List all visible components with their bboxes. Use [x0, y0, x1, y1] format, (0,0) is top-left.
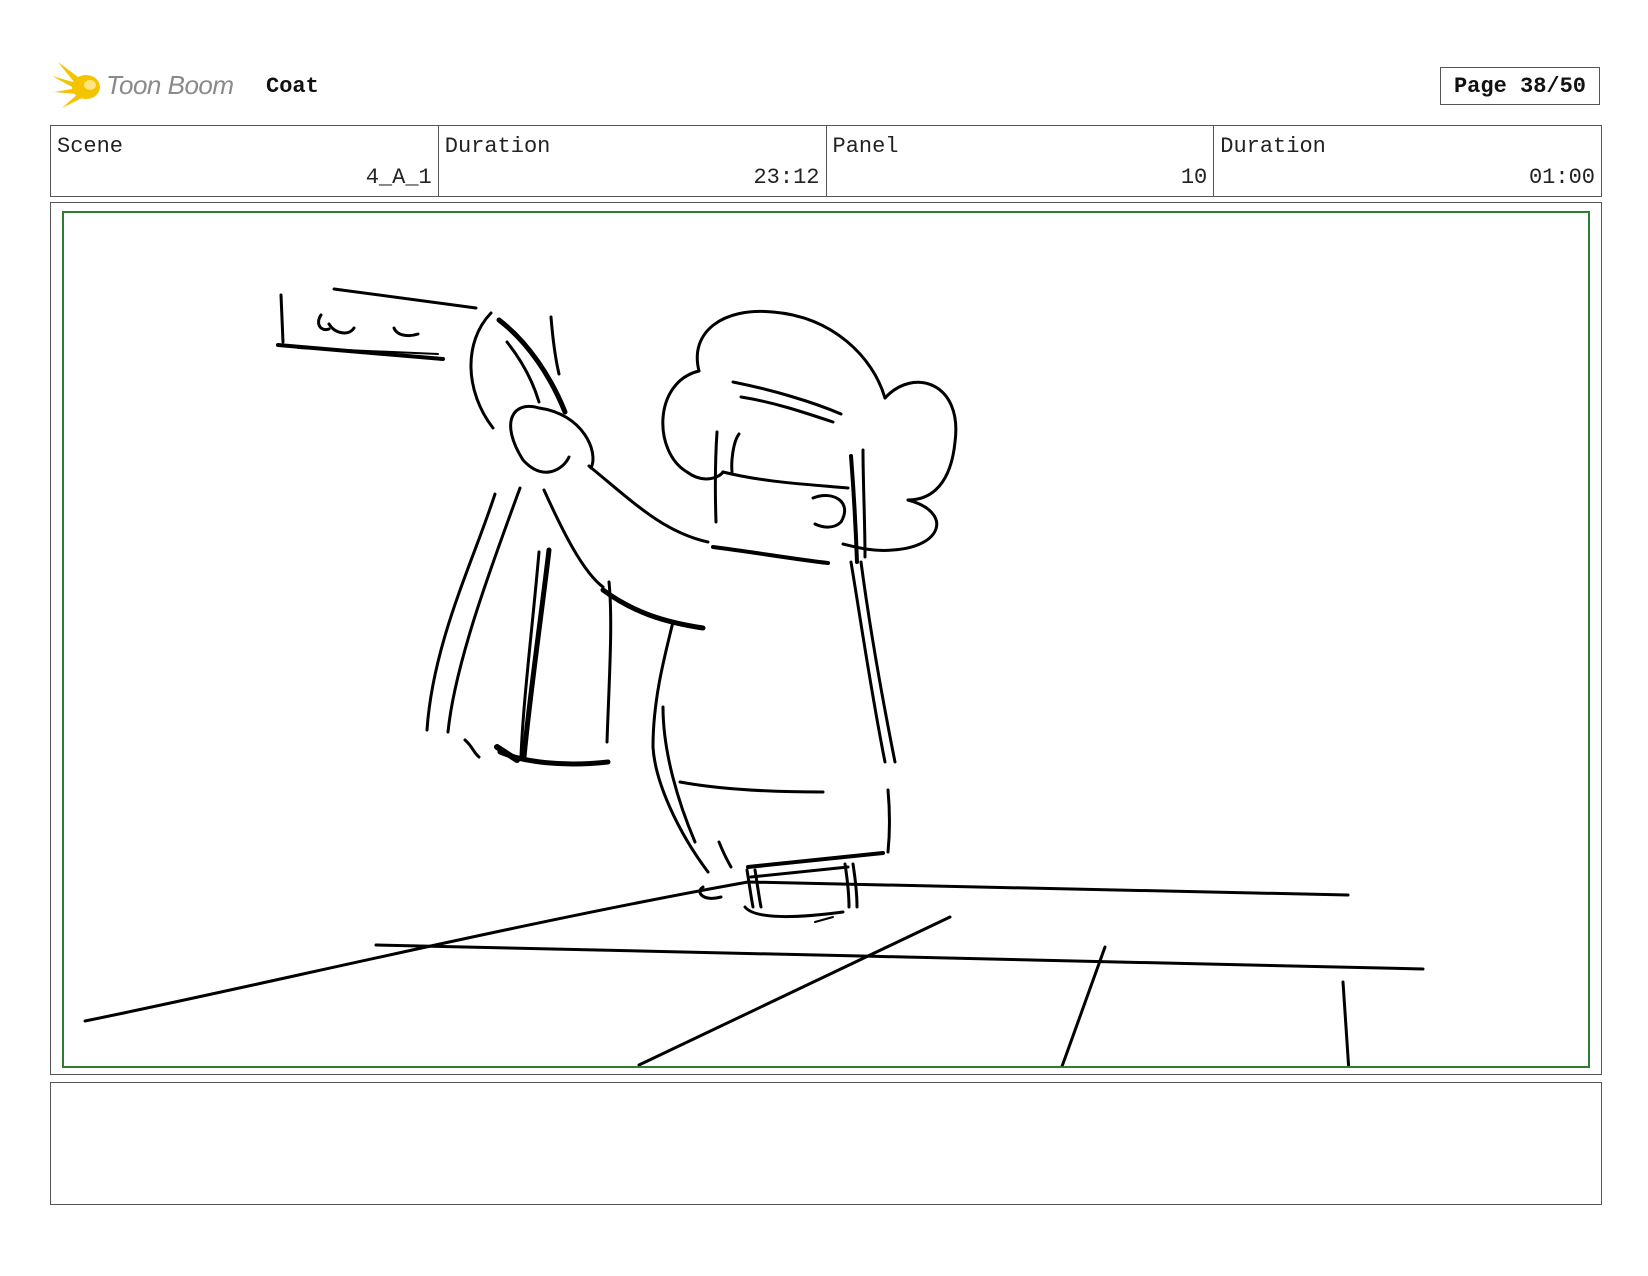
page-number: 38/50 — [1520, 73, 1587, 99]
project-title: Coat — [266, 74, 319, 99]
panel-duration-value: 01:00 — [1528, 165, 1595, 190]
panel-label: Panel — [832, 134, 899, 159]
panel-duration-label: Duration — [1220, 134, 1326, 159]
panel-value: 10 — [1180, 165, 1208, 190]
panel-cell: Panel 10 — [827, 126, 1215, 196]
panel-duration-cell: Duration 01:00 — [1214, 126, 1601, 196]
storyboard-panel-image — [62, 211, 1590, 1068]
scene-cell: Scene 4_A_1 — [51, 126, 439, 196]
panel-notes-box — [50, 1082, 1602, 1205]
scene-duration-label: Duration — [444, 134, 551, 159]
scene-value: 4_A_1 — [365, 165, 432, 190]
page-indicator: Page 38/50 — [1440, 67, 1600, 105]
panel-info-table: Scene 4_A_1 Duration 23:12 Panel 10 Dura… — [50, 125, 1602, 197]
scene-duration-cell: Duration 23:12 — [439, 126, 827, 196]
scene-label: Scene — [57, 134, 124, 159]
page-label: Page — [1453, 73, 1507, 99]
toon-boom-logo-icon — [52, 62, 100, 108]
brand-name: Toon Boom — [106, 70, 234, 100]
scene-duration-value: 23:12 — [753, 165, 820, 190]
panel-frame — [50, 202, 1602, 1075]
character-sketch — [83, 287, 1425, 1066]
